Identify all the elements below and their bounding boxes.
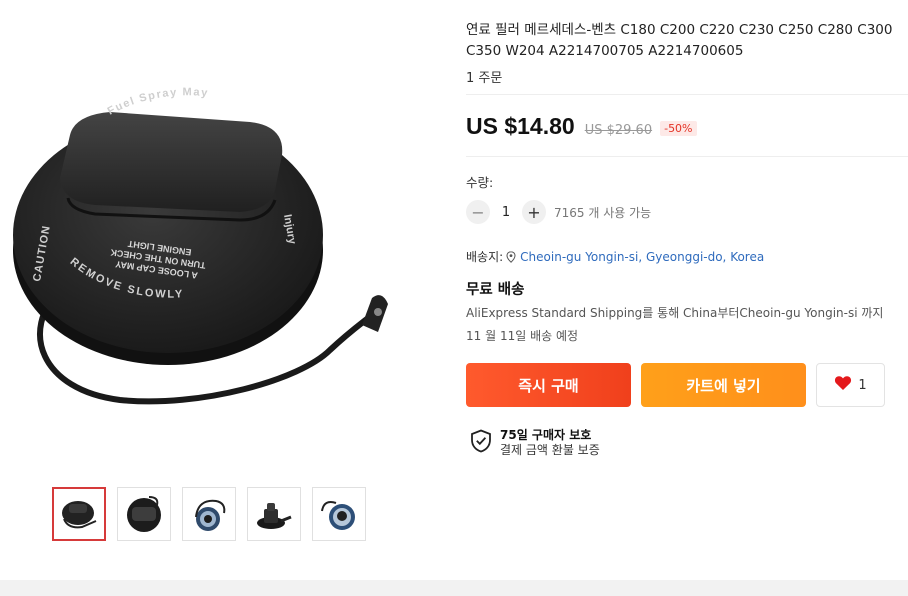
protection-title: 75일 구매자 보호	[500, 428, 592, 442]
page-footer-band	[0, 580, 908, 596]
thumbnail-1[interactable]	[52, 487, 106, 541]
thumbnail-5[interactable]	[312, 487, 366, 541]
thumbnail-2[interactable]	[117, 487, 171, 541]
delivery-estimate: 11 월 11일 배송 예정	[466, 329, 579, 343]
stock-available: 7165 개 사용 가능	[554, 205, 652, 220]
thumbnail-4[interactable]	[247, 487, 301, 541]
main-product-image[interactable]: Fuel Spray May CAUTION Injury A LOOSE CA…	[0, 60, 440, 460]
heart-icon	[834, 375, 852, 395]
buy-now-button[interactable]: 즉시 구매	[466, 363, 631, 407]
wishlist-count: 1	[858, 377, 867, 393]
order-count: 1 주문	[466, 71, 503, 86]
current-price: US $14.80	[466, 113, 575, 139]
protection-subtitle: 결제 금액 환불 보증	[500, 443, 600, 457]
decrease-quantity-button[interactable]: −	[466, 200, 490, 224]
ship-to-row: 배송지: Cheoin-gu Yongin-si, Gyeonggi-do, K…	[466, 248, 764, 265]
divider	[466, 94, 908, 95]
divider	[466, 156, 908, 157]
price-row: US $14.80 US $29.60 -50%	[466, 113, 697, 140]
buyer-protection: 75일 구매자 보호 결제 금액 환불 보증	[470, 428, 600, 458]
discount-badge: -50%	[660, 121, 697, 136]
quantity-value[interactable]: 1	[490, 205, 522, 220]
thumbnail-3[interactable]	[182, 487, 236, 541]
wishlist-button[interactable]: 1	[816, 363, 885, 407]
quantity-label: 수량:	[466, 175, 494, 190]
shield-check-icon	[470, 429, 492, 457]
quantity-stepper: − 1 + 7165 개 사용 가능	[466, 200, 651, 224]
action-buttons: 즉시 구매 카트에 넣기 1	[466, 363, 885, 407]
shipping-method-detail: AliExpress Standard Shipping를 통해 China부터…	[466, 306, 884, 320]
product-page: Fuel Spray May CAUTION Injury A LOOSE CA…	[0, 0, 908, 596]
thumbnail-strip	[52, 487, 366, 541]
increase-quantity-button[interactable]: +	[522, 200, 546, 224]
original-price: US $29.60	[584, 123, 653, 138]
free-shipping-label: 무료 배송	[466, 282, 525, 298]
ship-to-label: 배송지:	[466, 250, 504, 264]
add-to-cart-button[interactable]: 카트에 넣기	[641, 363, 806, 407]
product-title: 연료 필러 메르세데스-벤츠 C180 C200 C220 C230 C250 …	[466, 22, 893, 59]
location-pin-icon	[506, 250, 516, 263]
ship-to-location-link[interactable]: Cheoin-gu Yongin-si, Gyeonggi-do, Korea	[520, 250, 764, 264]
